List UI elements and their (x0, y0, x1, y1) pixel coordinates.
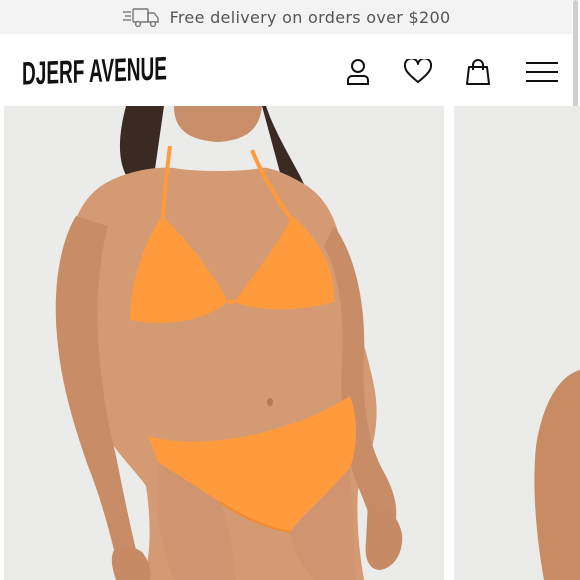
product-photo-orange-bikini[interactable] (4, 106, 444, 580)
brand-logo[interactable]: DJERF AVENUE (22, 50, 172, 92)
product-photo-next[interactable] (454, 106, 580, 580)
menu-icon[interactable] (522, 54, 562, 90)
delivery-truck-icon (122, 6, 160, 28)
site-header: DJERF AVENUE (0, 34, 572, 106)
heart-icon[interactable] (398, 54, 438, 90)
brand-logo-text: DJERF AVENUE (22, 51, 167, 91)
promo-banner: Free delivery on orders over $200 (0, 0, 572, 34)
account-icon[interactable] (338, 54, 378, 90)
product-gallery[interactable] (0, 106, 580, 580)
shopping-bag-icon[interactable] (458, 54, 498, 90)
promo-banner-text: Free delivery on orders over $200 (169, 7, 451, 27)
